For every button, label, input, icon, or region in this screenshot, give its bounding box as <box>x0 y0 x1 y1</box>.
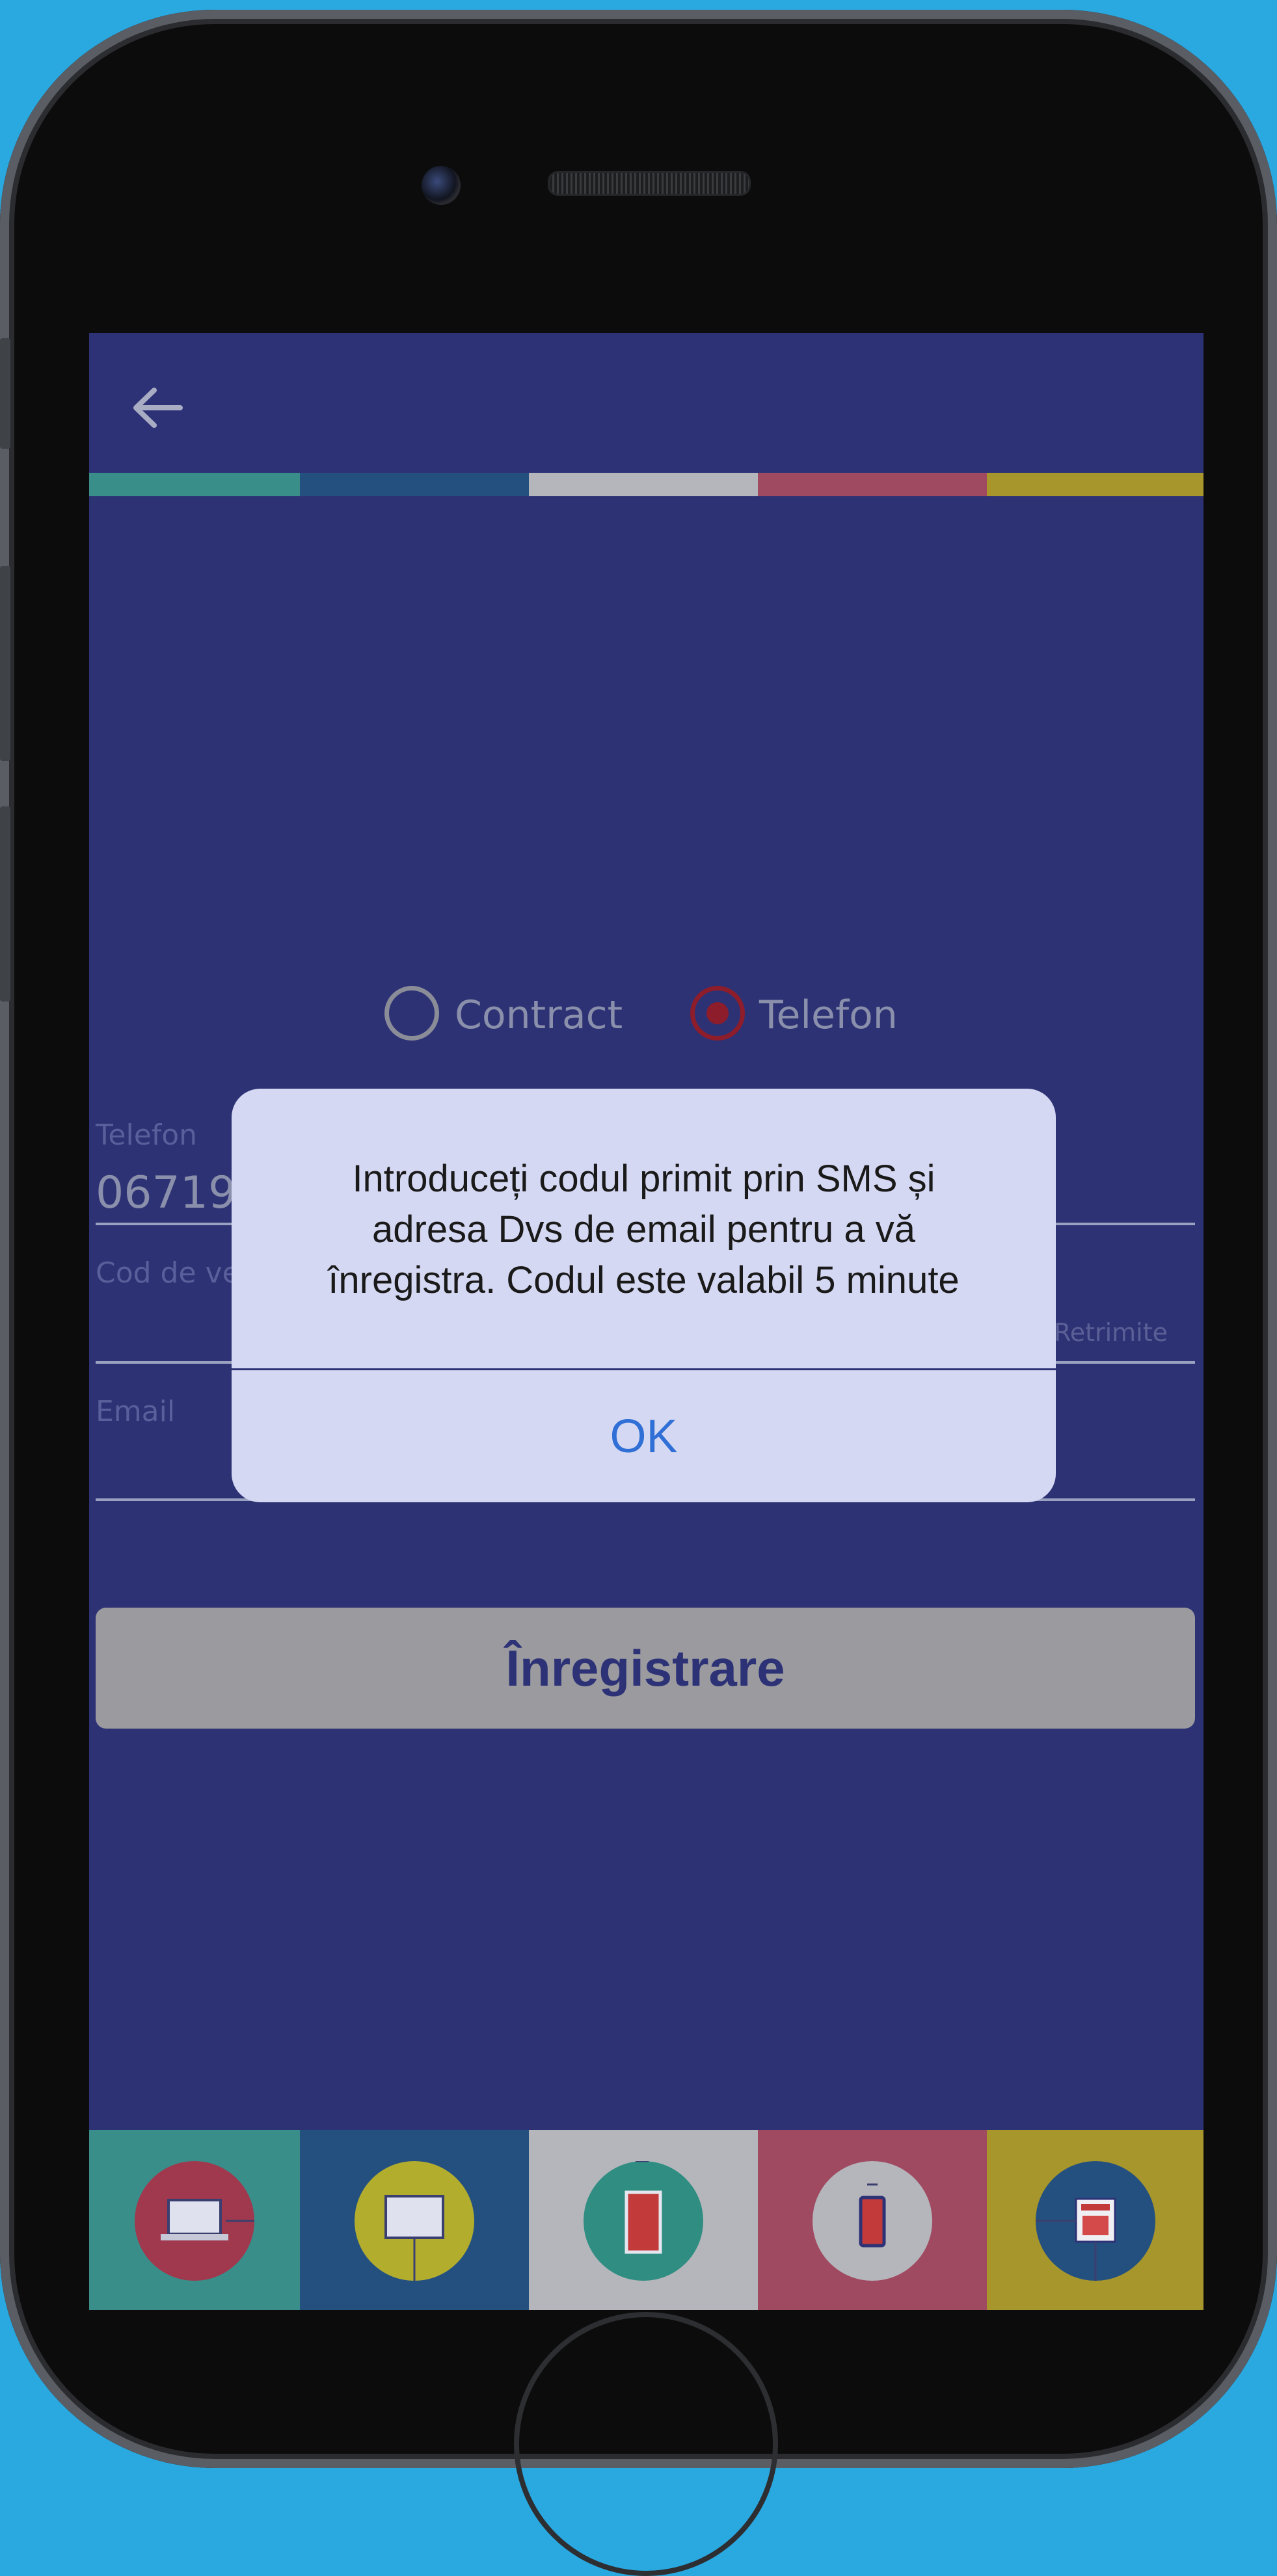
mute-switch <box>0 338 10 449</box>
earpiece-speaker <box>548 171 751 196</box>
alert-message-line: înregistra. Codul este valabil 5 minute <box>328 1259 960 1301</box>
front-camera <box>422 166 461 205</box>
volume-up-button <box>0 566 10 761</box>
app-screen: Contract Telefon Telefon 067198 Cod de v… <box>89 333 1203 2310</box>
phone-frame: Contract Telefon Telefon 067198 Cod de v… <box>0 0 1277 2576</box>
ok-button[interactable]: OK <box>232 1370 1056 1502</box>
alert-message-line: adresa Dvs de email pentru a vă <box>372 1208 915 1251</box>
volume-down-button <box>0 806 10 1002</box>
alert-message: Introduceți codul primit prin SMS și adr… <box>271 1154 1017 1306</box>
home-button[interactable] <box>514 2312 778 2576</box>
alert-message-line: Introduceți codul primit prin SMS și <box>352 1158 935 1200</box>
sms-code-alert: Introduceți codul primit prin SMS și adr… <box>232 1089 1056 1502</box>
